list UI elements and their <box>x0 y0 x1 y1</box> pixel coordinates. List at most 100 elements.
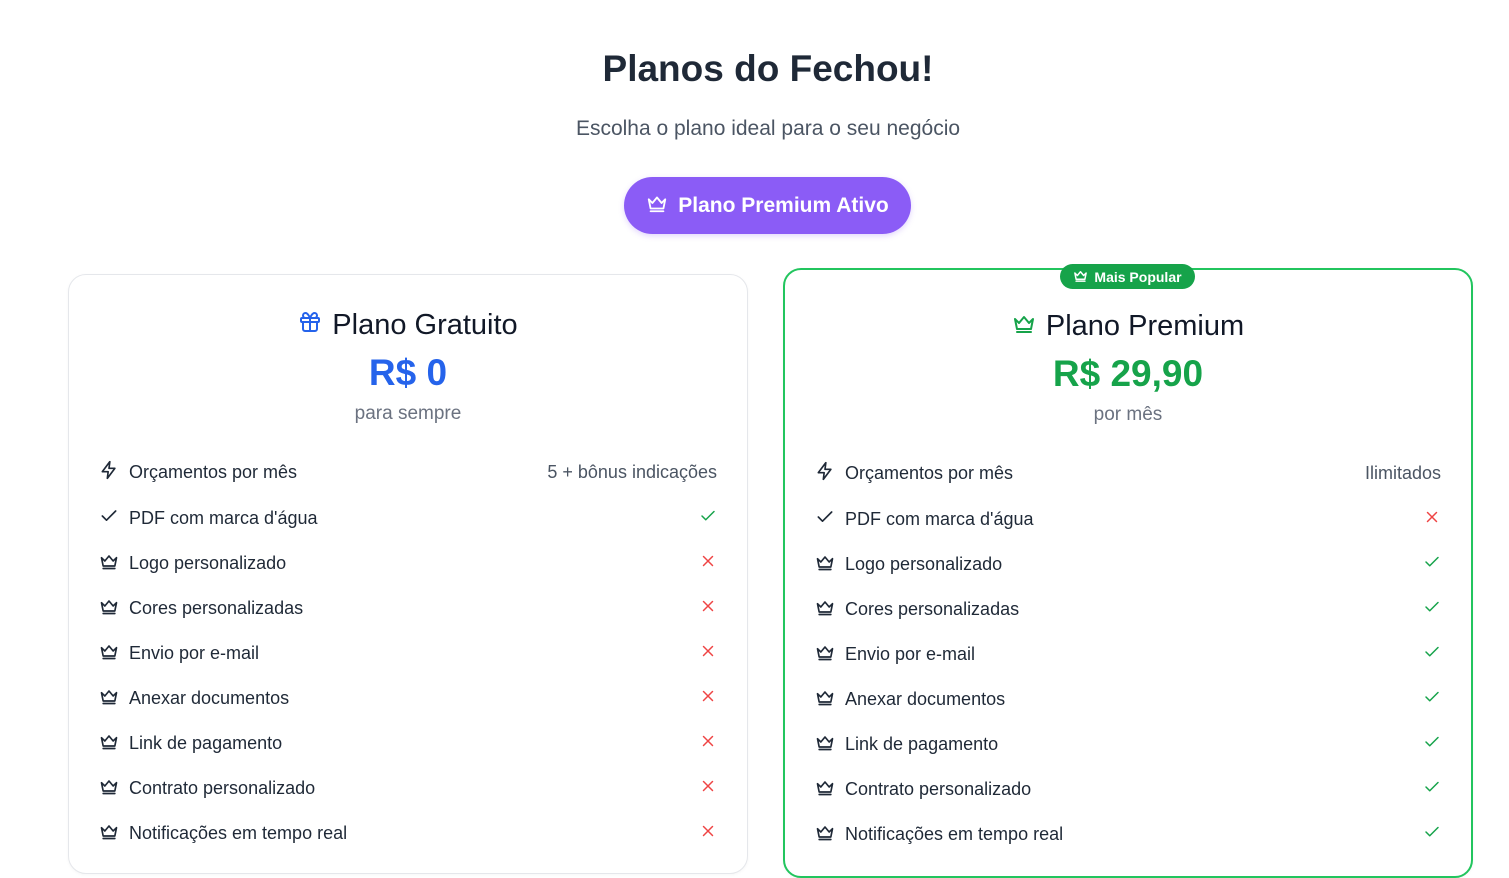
feature-label-group: PDF com marca d'água <box>815 507 1034 532</box>
feature-row: Notificações em tempo real <box>99 811 717 856</box>
gift-icon <box>298 309 322 342</box>
feature-label-group: Orçamentos por mês <box>815 461 1013 486</box>
feature-list: Orçamentos por mês Ilimitados PDF com marc… <box>815 449 1441 857</box>
crown-icon <box>1012 310 1036 343</box>
feature-row: Contrato personalizado <box>815 767 1441 812</box>
feature-row: Orçamentos por mês Ilimitados <box>815 449 1441 497</box>
feature-row: Notificações em tempo real <box>815 812 1441 857</box>
feature-label-group: Contrato personalizado <box>99 776 315 801</box>
plan-title: Plano Premium <box>785 306 1471 346</box>
feature-label: Logo personalizado <box>845 554 1003 574</box>
crown-icon <box>99 686 119 711</box>
crown-icon <box>815 687 835 712</box>
plan-card-free: Plano Gratuito R$ 0 para sempre Orçament… <box>68 274 748 874</box>
feature-label: Cores personalizadas <box>845 599 1020 619</box>
feature-row: Link de pagamento <box>99 721 717 766</box>
feature-label: Anexar documentos <box>129 688 290 708</box>
feature-label: Notificações em tempo real <box>845 824 1064 844</box>
feature-label: Orçamentos por mês <box>129 461 298 482</box>
included-check-icon <box>699 507 717 530</box>
premium-active-button[interactable]: Plano Premium Ativo <box>624 177 911 234</box>
feature-label-group: Link de pagamento <box>99 731 282 756</box>
badge-label: Mais Popular <box>1094 268 1182 285</box>
feature-label: Envio por e-mail <box>129 643 260 663</box>
included-check-icon <box>1423 778 1441 801</box>
feature-label: Contrato personalizado <box>845 779 1032 799</box>
feature-row: Anexar documentos <box>815 677 1441 722</box>
feature-row: Link de pagamento <box>815 722 1441 767</box>
premium-active-label: Plano Premium Ativo <box>678 193 889 217</box>
feature-label-group: Cores personalizadas <box>99 596 303 621</box>
plan-card-premium: Plano Premium R$ 29,90 por mês Orçamento… <box>783 268 1473 878</box>
crown-icon <box>815 642 835 667</box>
crown-icon <box>646 192 668 220</box>
crown-icon <box>99 821 119 846</box>
crown-icon <box>1073 268 1088 286</box>
plan-name-label: Plano Gratuito <box>332 308 518 341</box>
feature-row: Orçamentos por mês 5 + bônus indicações <box>99 448 717 496</box>
feature-row: Logo personalizado <box>815 542 1441 587</box>
feature-label-group: Contrato personalizado <box>815 777 1031 802</box>
feature-label: Envio por e-mail <box>845 644 976 664</box>
feature-label-group: Logo personalizado <box>99 551 286 576</box>
plan-price: R$ 29,90 <box>1052 353 1204 394</box>
feature-label-group: Logo personalizado <box>815 552 1002 577</box>
feature-label-group: Orçamentos por mês <box>99 460 297 485</box>
included-check-icon <box>1423 688 1441 711</box>
feature-label-group: Notificações em tempo real <box>99 821 347 846</box>
feature-row: Logo personalizado <box>99 541 717 586</box>
excluded-x-icon <box>699 642 717 665</box>
feature-label-group: Envio por e-mail <box>815 642 975 667</box>
feature-value: 5 + bônus indicações <box>547 461 717 482</box>
feature-value: Ilimitados <box>1364 462 1441 483</box>
feature-label-group: Notificações em tempo real <box>815 822 1063 847</box>
feature-label: PDF com marca d'água <box>129 508 318 528</box>
feature-row: PDF com marca d'água <box>99 496 717 541</box>
feature-row: Envio por e-mail <box>815 632 1441 677</box>
plan-period: por mês <box>1093 404 1163 425</box>
feature-label-group: Link de pagamento <box>815 732 998 757</box>
crown-icon <box>815 777 835 802</box>
feature-label-group: PDF com marca d'água <box>99 506 318 531</box>
plan-header: Plano Gratuito R$ 0 para sempre <box>69 305 747 425</box>
crown-icon <box>99 641 119 666</box>
included-check-icon <box>1423 733 1441 756</box>
feature-label-group: Envio por e-mail <box>99 641 259 666</box>
excluded-x-icon <box>699 732 717 755</box>
crown-icon <box>815 597 835 622</box>
plan-name-label: Plano Premium <box>1045 309 1245 342</box>
feature-row: Anexar documentos <box>99 676 717 721</box>
feature-row: Cores personalizadas <box>99 586 717 631</box>
feature-label: Notificações em tempo real <box>129 823 348 843</box>
included-check-icon <box>1423 598 1441 621</box>
crown-icon <box>99 731 119 756</box>
feature-label: PDF com marca d'água <box>845 509 1034 529</box>
included-check-icon <box>1423 643 1441 666</box>
crown-icon <box>815 552 835 577</box>
lightning-icon <box>815 461 835 486</box>
feature-label: Logo personalizado <box>129 553 287 573</box>
feature-label: Orçamentos por mês <box>845 462 1014 483</box>
page-title: Planos do Fechou! <box>602 48 934 89</box>
included-check-icon <box>1423 823 1441 846</box>
crown-icon <box>815 822 835 847</box>
feature-row: PDF com marca d'água <box>815 497 1441 542</box>
plan-title: Plano Gratuito <box>69 305 747 345</box>
lightning-icon <box>99 460 119 485</box>
excluded-x-icon <box>699 822 717 845</box>
feature-row: Envio por e-mail <box>99 631 717 676</box>
plan-price: R$ 0 <box>368 352 448 393</box>
feature-label: Anexar documentos <box>845 689 1006 709</box>
included-check-icon <box>1423 553 1441 576</box>
feature-label: Link de pagamento <box>129 733 283 753</box>
excluded-x-icon <box>699 777 717 800</box>
feature-label: Link de pagamento <box>845 734 999 754</box>
crown-icon <box>99 596 119 621</box>
plan-period: para sempre <box>354 403 462 424</box>
page-subtitle: Escolha o plano ideal para o seu negócio <box>575 117 961 140</box>
most-popular-badge: Mais Popular <box>1060 264 1195 289</box>
plan-header: Plano Premium R$ 29,90 por mês <box>785 306 1471 426</box>
feature-row: Contrato personalizado <box>99 766 717 811</box>
check-icon <box>815 507 835 532</box>
crown-icon <box>815 732 835 757</box>
